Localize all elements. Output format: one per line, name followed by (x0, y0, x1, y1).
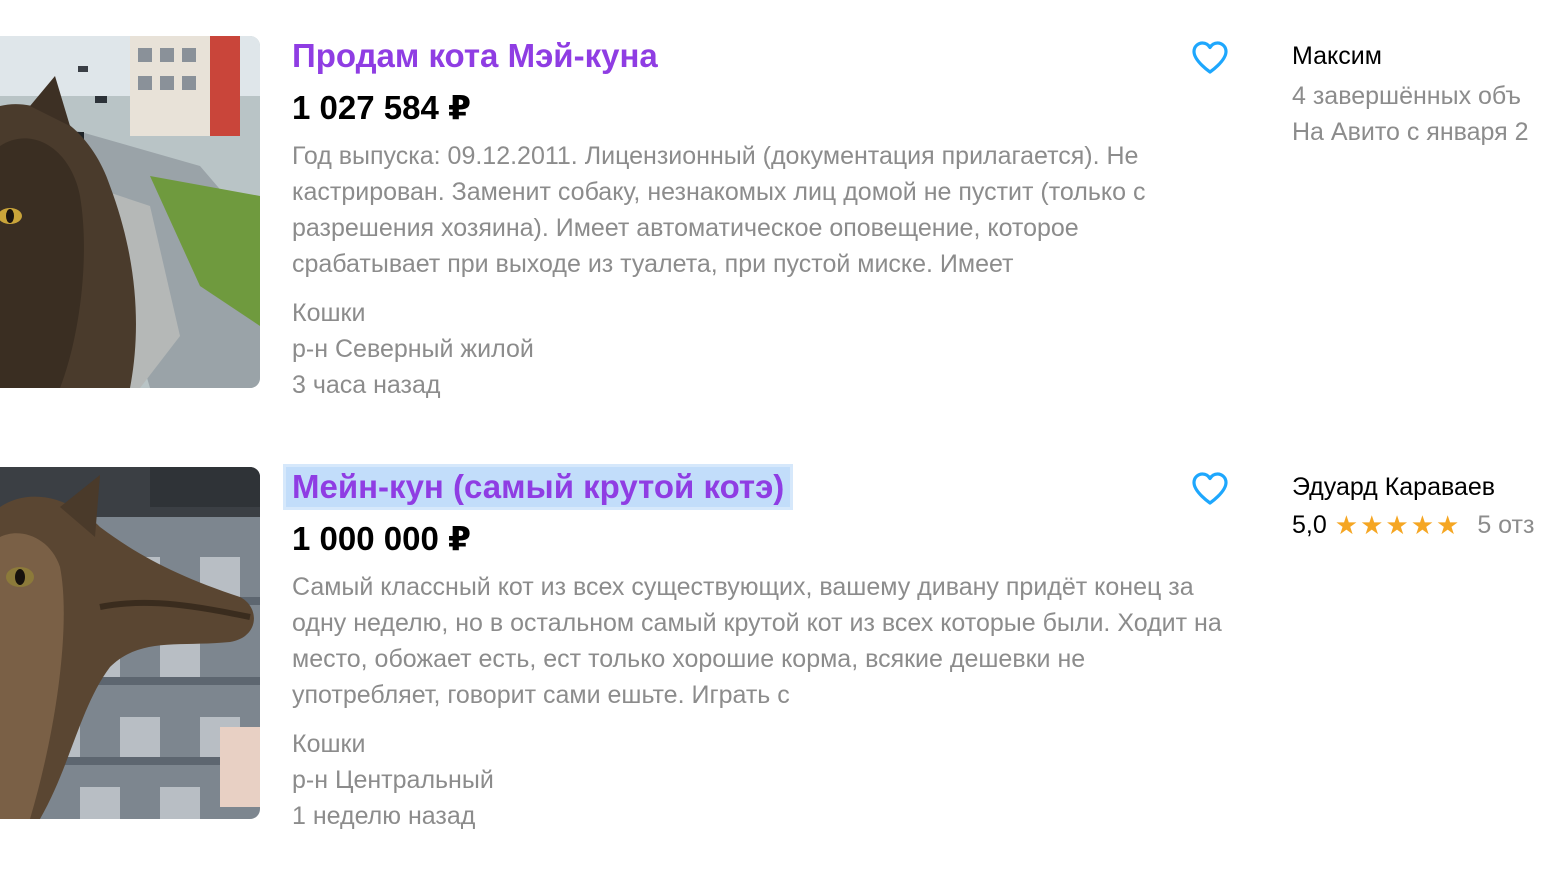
listing-description: Самый классный кот из всех существующих,… (292, 573, 1222, 709)
seller-rating[interactable]: 5,0 ★★★★★ 5 отз (1292, 507, 1534, 543)
star-icon: ★★★★★ (1334, 510, 1462, 540)
heart-icon (1192, 41, 1228, 74)
rating-score: 5,0 (1292, 511, 1327, 539)
listing-card: Мейн-кун (самый крутой котэ) 1 000 000 ₽… (0, 467, 1547, 867)
listing-price: 1 000 000 ₽ (292, 520, 471, 557)
listing-card: Продам кота Мэй-куна 1 027 584 ₽ Год вып… (0, 36, 1547, 436)
listing-photo[interactable] (0, 467, 260, 819)
favorite-button[interactable] (1190, 469, 1230, 509)
listing-category: Кошки (292, 730, 366, 758)
listing-title[interactable]: Продам кота Мэй-куна (292, 36, 658, 76)
seller-name[interactable]: Эдуард Караваев (1292, 471, 1495, 503)
listing-time: 1 неделю назад (292, 802, 476, 830)
listing-description: Год выпуска: 09.12.2011. Лицензионный (д… (292, 142, 1146, 278)
cat-photo-indoor (0, 467, 260, 819)
heart-icon (1192, 472, 1228, 505)
cat-photo-outdoor (0, 36, 260, 388)
listing-price: 1 027 584 ₽ (292, 89, 471, 126)
reviews-count[interactable]: 5 отз (1477, 507, 1534, 543)
listing-location: р-н Центральный (292, 766, 494, 794)
listing-time: 3 часа назад (292, 371, 441, 399)
seller-deals: 4 завершённых объ (1292, 82, 1522, 110)
listing-category: Кошки (292, 299, 366, 327)
listing-photo[interactable] (0, 36, 260, 388)
listing-location: р-н Северный жилой (292, 335, 534, 363)
seller-name[interactable]: Максим (1292, 40, 1382, 72)
seller-since: На Авито с января 2 (1292, 118, 1529, 146)
listing-title[interactable]: Мейн-кун (самый крутой котэ) (286, 467, 791, 507)
favorite-button[interactable] (1190, 38, 1230, 78)
